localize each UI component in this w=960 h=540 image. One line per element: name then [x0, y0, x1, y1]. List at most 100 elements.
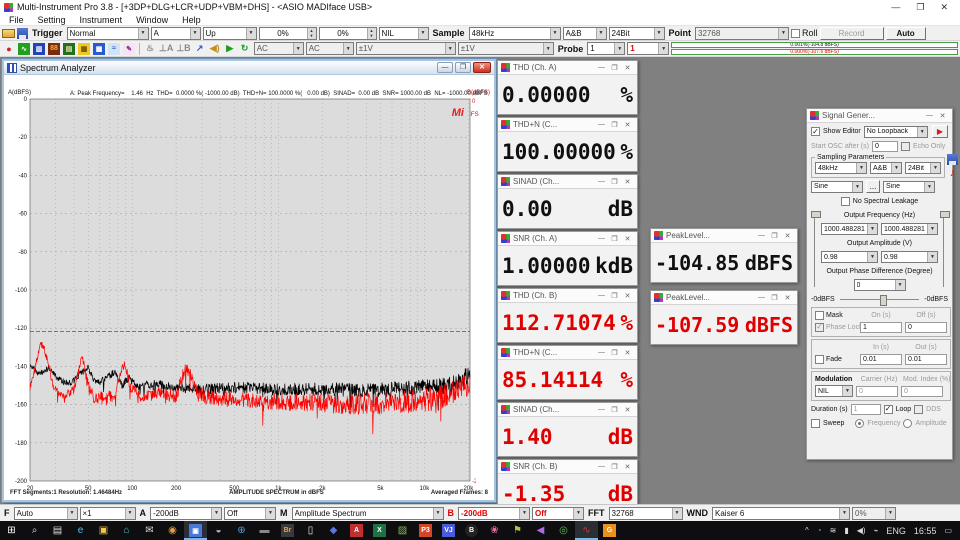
generator-bits-select[interactable]: 24Bit▼ [905, 162, 941, 174]
maximize-button[interactable]: ❐ [608, 178, 621, 186]
waveform-b-select[interactable]: Sine▼ [883, 181, 935, 193]
range-a-select[interactable]: -200dB▼ [150, 507, 222, 520]
loopback-select[interactable]: No Loopback▼ [864, 126, 928, 138]
range-b-select[interactable]: -200dB▼ [458, 507, 530, 520]
sampling-bits-select[interactable]: 24Bit▼ [609, 27, 665, 40]
view-mode-select[interactable]: Amplitude Spectrum▼ [292, 507, 444, 520]
sweep-amplitude-radio[interactable] [903, 419, 912, 428]
waveform-more-button[interactable]: ... [866, 180, 880, 193]
loop-checkbox[interactable]: ✓ [884, 405, 893, 414]
trigger-source-select[interactable]: A▼ [151, 27, 201, 40]
frequency-range-select[interactable]: Auto▼ [14, 507, 78, 520]
close-button[interactable]: ✕ [473, 62, 491, 73]
close-button[interactable]: ✕ [621, 406, 634, 414]
battery-icon[interactable]: ▮ [844, 526, 848, 535]
mask-checkbox[interactable] [815, 311, 824, 320]
menu-window[interactable]: Window [129, 15, 175, 25]
record-icon[interactable]: ● [2, 42, 16, 56]
modulation-select[interactable]: NIL▼ [815, 385, 853, 397]
maximize-button[interactable]: ❐ [608, 64, 621, 72]
fft-size-select[interactable]: 32768▼ [609, 507, 683, 520]
sound-card-calibrator-icon[interactable]: ♨ [143, 42, 157, 56]
minimize-button[interactable]: — [595, 349, 608, 357]
frequency-multiplier-select[interactable]: ×1▼ [80, 507, 136, 520]
close-button[interactable]: ✕ [621, 178, 634, 186]
music-note-icon[interactable]: ♪ [950, 168, 956, 178]
maximize-button[interactable]: ❐ [608, 349, 621, 357]
maximize-button[interactable]: ❐ [608, 292, 621, 300]
display-app-icon[interactable]: ▬ [253, 521, 276, 540]
run-loop-icon[interactable]: ↻ [238, 42, 252, 56]
duration-input[interactable]: 1 [851, 404, 881, 415]
close-button[interactable]: ✕ [781, 294, 794, 302]
start-osc-input[interactable]: 0 [872, 141, 898, 152]
waveform-a-select[interactable]: Sine▼ [811, 181, 863, 193]
meter-title-bar[interactable]: THD+N (C... — ❐ ✕ [498, 118, 637, 132]
bridge-icon[interactable]: Br [276, 521, 299, 540]
minimize-button[interactable]: — [891, 2, 900, 13]
meter-title-bar[interactable]: THD+N (C... — ❐ ✕ [498, 346, 637, 360]
fade-out-input[interactable]: 0.01 [905, 354, 947, 365]
auto-button[interactable]: Auto [886, 27, 926, 40]
minimize-button[interactable]: — [437, 62, 453, 73]
edge-icon[interactable]: e [69, 521, 92, 540]
no-spectral-leakage-checkbox[interactable] [841, 197, 850, 206]
restore-button[interactable]: ❐ [455, 62, 471, 73]
excel-icon[interactable]: X [368, 521, 391, 540]
offset-a-select[interactable]: Off▼ [224, 507, 276, 520]
spectrum-analyzer-icon[interactable]: ▥ [32, 42, 46, 56]
output-level-slider-b[interactable] [940, 211, 948, 289]
spectrum-3d-plot-icon[interactable]: ▤ [62, 42, 76, 56]
minimize-button[interactable]: — [595, 463, 608, 471]
meter-title-bar[interactable]: SINAD (Ch... — ❐ ✕ [498, 175, 637, 189]
echo-only-checkbox[interactable] [901, 142, 910, 151]
roll-checkbox[interactable] [791, 29, 800, 38]
run-generator-button[interactable]: ▶ [932, 125, 948, 138]
meter-title-bar[interactable]: THD (Ch. B) — ❐ ✕ [498, 289, 637, 303]
probe-b-select[interactable]: 1▼ [627, 42, 669, 55]
minimize-button[interactable]: — [755, 294, 768, 302]
meter-title-bar[interactable]: SINAD (Ch... — ❐ ✕ [498, 403, 637, 417]
mask-on-input[interactable]: 1 [860, 322, 902, 333]
maximize-button[interactable]: ❐ [768, 294, 781, 302]
carrier-input[interactable]: 0 [856, 386, 898, 397]
speaker-icon[interactable]: ◀) [208, 42, 222, 56]
globe-app-icon[interactable]: ⊕ [230, 521, 253, 540]
menu-setting[interactable]: Setting [31, 15, 73, 25]
dds-checkbox[interactable] [914, 405, 923, 414]
mail-icon[interactable]: ✉ [138, 521, 161, 540]
g-app-icon[interactable]: G [598, 521, 621, 540]
powerpoint-icon[interactable]: P3 [414, 521, 437, 540]
chrome-icon[interactable]: ◉ [161, 521, 184, 540]
document-app-icon[interactable]: ▯ [299, 521, 322, 540]
close-button[interactable]: ✕ [621, 463, 634, 471]
meter-title-bar[interactable]: SNR (Ch. B) — ❐ ✕ [498, 460, 637, 474]
flag-app-icon[interactable]: ⚑ [506, 521, 529, 540]
blue-app-icon[interactable]: ▣ [184, 521, 207, 540]
sampling-points-select[interactable]: 32768▼ [695, 27, 789, 40]
minimize-button[interactable]: — [595, 178, 608, 186]
close-button[interactable]: ✕ [940, 2, 948, 13]
close-button[interactable]: ✕ [621, 235, 634, 243]
volume-icon[interactable]: ◀) [857, 526, 866, 535]
device-test-plan-icon[interactable]: ▩ [92, 42, 106, 56]
probe-calibration-icon[interactable]: ↗ [193, 42, 207, 56]
generator-channels-select[interactable]: A&B▼ [870, 162, 902, 174]
store-icon[interactable]: ⌂ [115, 521, 138, 540]
fade-in-input[interactable]: 0.01 [860, 354, 902, 365]
sweep-frequency-radio[interactable] [855, 419, 864, 428]
gray-app-icon[interactable]: ◒ [207, 521, 230, 540]
close-button[interactable]: ✕ [621, 349, 634, 357]
overlap-select[interactable]: 0%▼ [852, 507, 896, 520]
record-button[interactable]: Record [820, 27, 884, 40]
task-view-icon[interactable]: ▤ [46, 521, 69, 540]
show-editor-checkbox[interactable]: ✓ [811, 127, 820, 136]
signal-generator-title-bar[interactable]: Signal Gener... — ✕ [807, 109, 952, 123]
meter-title-bar[interactable]: THD (Ch. A) — ❐ ✕ [498, 61, 637, 75]
minimize-button[interactable]: — [923, 112, 936, 120]
maximize-button[interactable]: ❐ [608, 463, 621, 471]
spectrum-analyzer-title-bar[interactable]: Spectrum Analyzer — ❐ ✕ [4, 61, 494, 75]
trigger-level-stepper[interactable]: 0%▲▼ [259, 27, 317, 40]
maximize-button[interactable]: ❐ [916, 2, 924, 13]
vj-app-icon[interactable]: VJ [437, 521, 460, 540]
